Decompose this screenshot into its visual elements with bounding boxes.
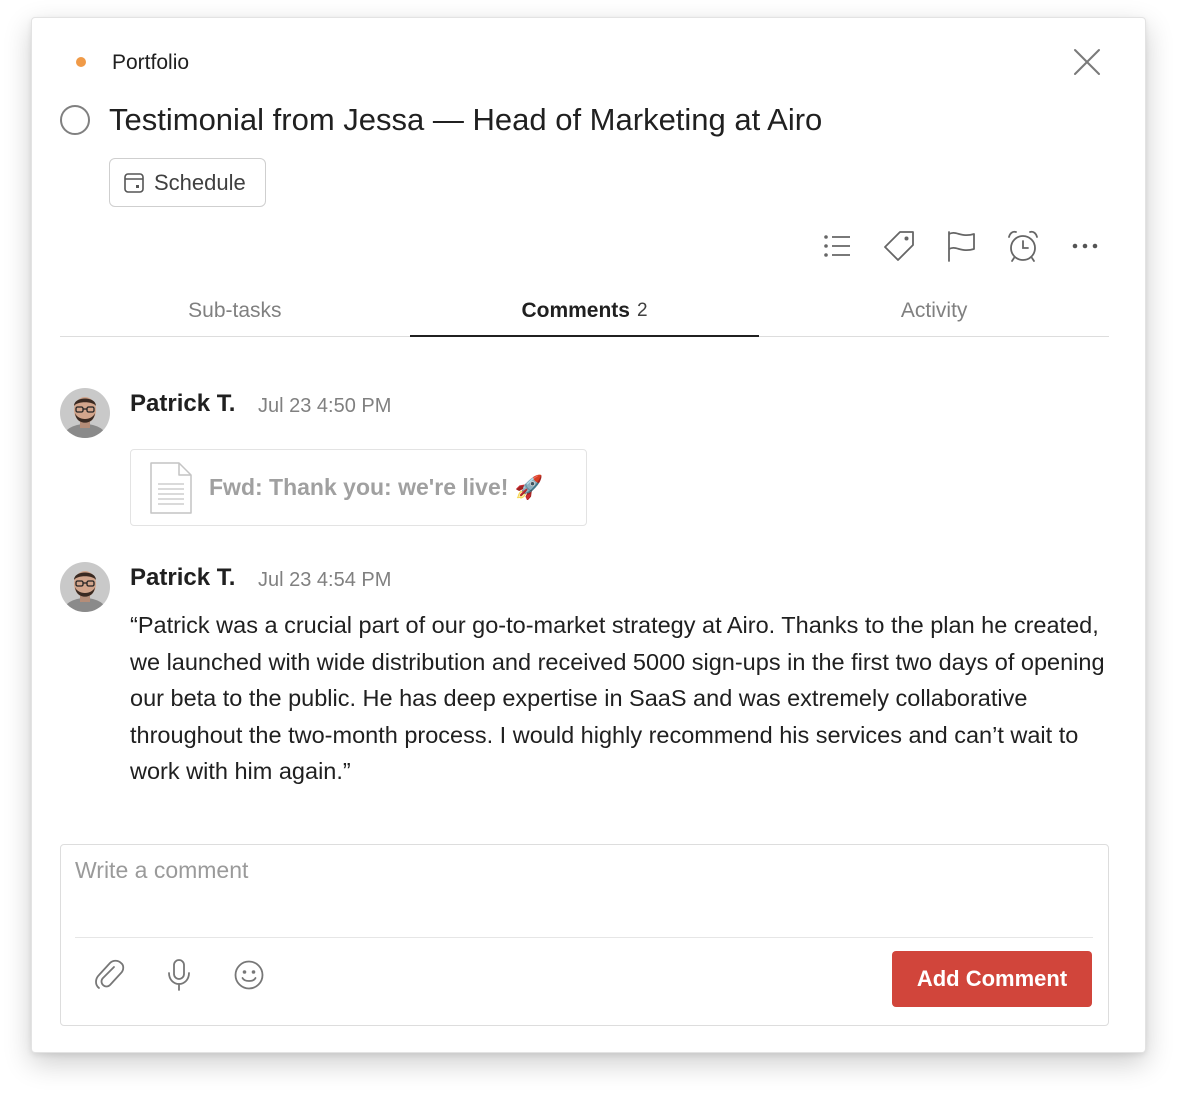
more-icon	[1072, 243, 1098, 249]
subtasks-list-button[interactable]	[820, 229, 854, 263]
project-name[interactable]: Portfolio	[112, 51, 189, 75]
task-title[interactable]: Testimonial from Jessa — Head of Marketi…	[109, 101, 822, 139]
project-color-dot	[76, 57, 86, 67]
tag-icon	[884, 231, 914, 261]
close-button[interactable]	[1070, 45, 1104, 79]
comment-attachment[interactable]: Fwd: Thank you: we're live! 🚀	[130, 449, 587, 526]
tab-subtasks-label: Sub-tasks	[188, 299, 282, 322]
document-icon	[150, 461, 192, 514]
alarm-icon	[1008, 230, 1038, 262]
priority-button[interactable]	[944, 229, 978, 263]
more-actions-button[interactable]	[1068, 229, 1102, 263]
attachment-name: Fwd: Thank you: we're live! 🚀	[209, 474, 544, 500]
tab-comments-label: Comments	[521, 299, 630, 322]
tab-activity[interactable]: Activity	[759, 286, 1109, 336]
flag-icon	[948, 231, 975, 262]
microphone-icon	[168, 959, 190, 991]
tab-subtasks[interactable]: Sub-tasks	[60, 286, 410, 336]
smiley-icon	[234, 960, 264, 990]
add-comment-button[interactable]: Add Comment	[892, 951, 1092, 1007]
schedule-button[interactable]: Schedule	[109, 158, 266, 207]
paperclip-icon	[95, 959, 125, 989]
labels-button[interactable]	[882, 229, 916, 263]
comment-author: Patrick T.	[130, 564, 236, 591]
comment-timestamp: Jul 23 4:54 PM	[258, 569, 392, 591]
schedule-label: Schedule	[154, 169, 246, 195]
tab-comments[interactable]: Comments 2	[409, 286, 760, 337]
comment-body: “Patrick was a crucial part of our go-to…	[130, 612, 1105, 784]
comment-input[interactable]	[75, 857, 1075, 917]
close-icon	[1074, 49, 1100, 75]
detail-tabs: Sub-tasks Comments 2 Activity	[60, 286, 1109, 337]
reminder-button[interactable]	[1006, 229, 1040, 263]
editor-divider	[75, 937, 1093, 938]
comment-editor: Add Comment	[60, 844, 1109, 1026]
avatar	[60, 562, 110, 612]
comment-author: Patrick T.	[130, 390, 236, 417]
calendar-icon	[124, 172, 144, 193]
comment-timestamp: Jul 23 4:50 PM	[258, 395, 392, 417]
comments-count: 2	[636, 300, 648, 321]
tab-activity-label: Activity	[900, 299, 968, 322]
task-detail-modal: Portfolio Testimonial from Jessa — Head …	[31, 17, 1146, 1053]
emoji-button[interactable]	[232, 958, 266, 992]
task-complete-checkbox[interactable]	[60, 105, 90, 135]
attach-file-button[interactable]	[92, 958, 126, 992]
list-icon	[824, 235, 850, 257]
avatar	[60, 388, 110, 438]
voice-note-button[interactable]	[162, 958, 196, 992]
